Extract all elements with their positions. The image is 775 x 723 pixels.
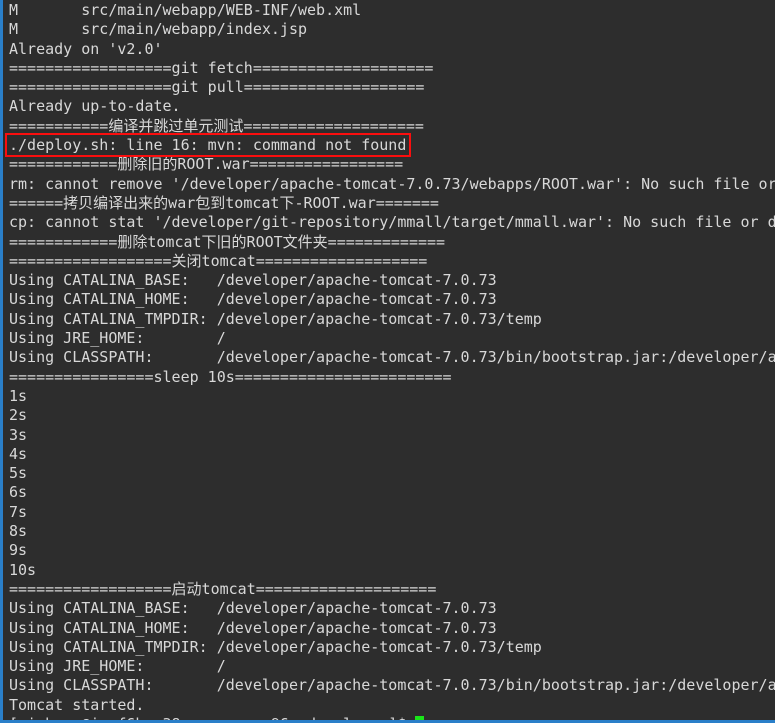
terminal-line: 7s — [9, 502, 28, 521]
terminal-line: 8s — [9, 522, 28, 541]
terminal-line: Already up-to-date. — [9, 97, 181, 116]
terminal-line: rm: cannot remove '/developer/apache-tom… — [9, 174, 775, 193]
terminal-line: Using CATALINA_TMPDIR: /developer/apache… — [9, 309, 542, 328]
terminal-line: 4s — [9, 444, 28, 463]
terminal-line: Using CLASSPATH: /developer/apache-tomca… — [9, 348, 775, 367]
terminal-output[interactable]: M src/main/webapp/WEB-INF/web.xml M src/m… — [3, 0, 775, 720]
terminal-line: 6s — [9, 483, 28, 502]
terminal-line: Using JRE_HOME: / — [9, 329, 226, 348]
terminal-line: Using CATALINA_TMPDIR: /developer/apache… — [9, 637, 542, 656]
terminal-line: ==================git fetch=============… — [9, 58, 434, 77]
terminal-line: Using CATALINA_BASE: /developer/apache-t… — [9, 599, 497, 618]
terminal-line: Already on 'v2.0' — [9, 39, 163, 58]
terminal-line: ================sleep 10s===============… — [9, 367, 452, 386]
terminal-line: ============删除旧的ROOT.war================… — [9, 155, 404, 174]
terminal-line: Using JRE_HOME: / — [9, 657, 226, 676]
text-cursor — [415, 715, 425, 720]
terminal-line: ==================git pull==============… — [9, 78, 425, 97]
terminal-window[interactable]: M src/main/webapp/WEB-INF/web.xml M src/m… — [0, 0, 775, 723]
shell-prompt-text: [xiehang@izuf6bpo38rupwosexuw96z develop… — [9, 715, 415, 720]
terminal-line: Using CLASSPATH: /developer/apache-tomca… — [9, 676, 775, 695]
terminal-line: M src/main/webapp/WEB-INF/web.xml — [9, 1, 362, 19]
terminal-line: 3s — [9, 425, 28, 444]
highlighted-error-line: ./deploy.sh: line 16: mvn: command not f… — [5, 133, 775, 158]
terminal-line: Using CATALINA_HOME: /developer/apache-t… — [9, 618, 497, 637]
terminal-line: 1s — [9, 386, 28, 405]
terminal-line: 5s — [9, 464, 28, 483]
terminal-line: ./deploy.sh: line 16: mvn: command not f… — [9, 136, 407, 155]
terminal-line: Using CATALINA_BASE: /developer/apache-t… — [9, 271, 497, 290]
terminal-line: ===========编译并跳过单元测试==================== — [9, 116, 424, 135]
shell-prompt-line[interactable]: [xiehang@izuf6bpo38rupwosexuw96z develop… — [9, 715, 775, 720]
terminal-line: cp: cannot stat '/developer/git-reposito… — [9, 213, 775, 232]
terminal-line: ======拷贝编译出来的war包到tomcat下-ROOT.war======… — [9, 193, 439, 212]
terminal-line: Tomcat started. — [9, 695, 145, 714]
terminal-line: 10s — [9, 560, 37, 579]
terminal-line: 9s — [9, 541, 28, 560]
terminal-line: 2s — [9, 406, 28, 425]
terminal-line: ============删除tomcat下旧的ROOT文件夹==========… — [9, 232, 446, 251]
terminal-line: M src/main/webapp/index.jsp — [9, 20, 308, 39]
terminal-line: ==================启动tomcat==============… — [9, 579, 437, 598]
terminal-line: ==================关闭tomcat==============… — [9, 251, 428, 270]
terminal-line: Using CATALINA_HOME: /developer/apache-t… — [9, 290, 497, 309]
